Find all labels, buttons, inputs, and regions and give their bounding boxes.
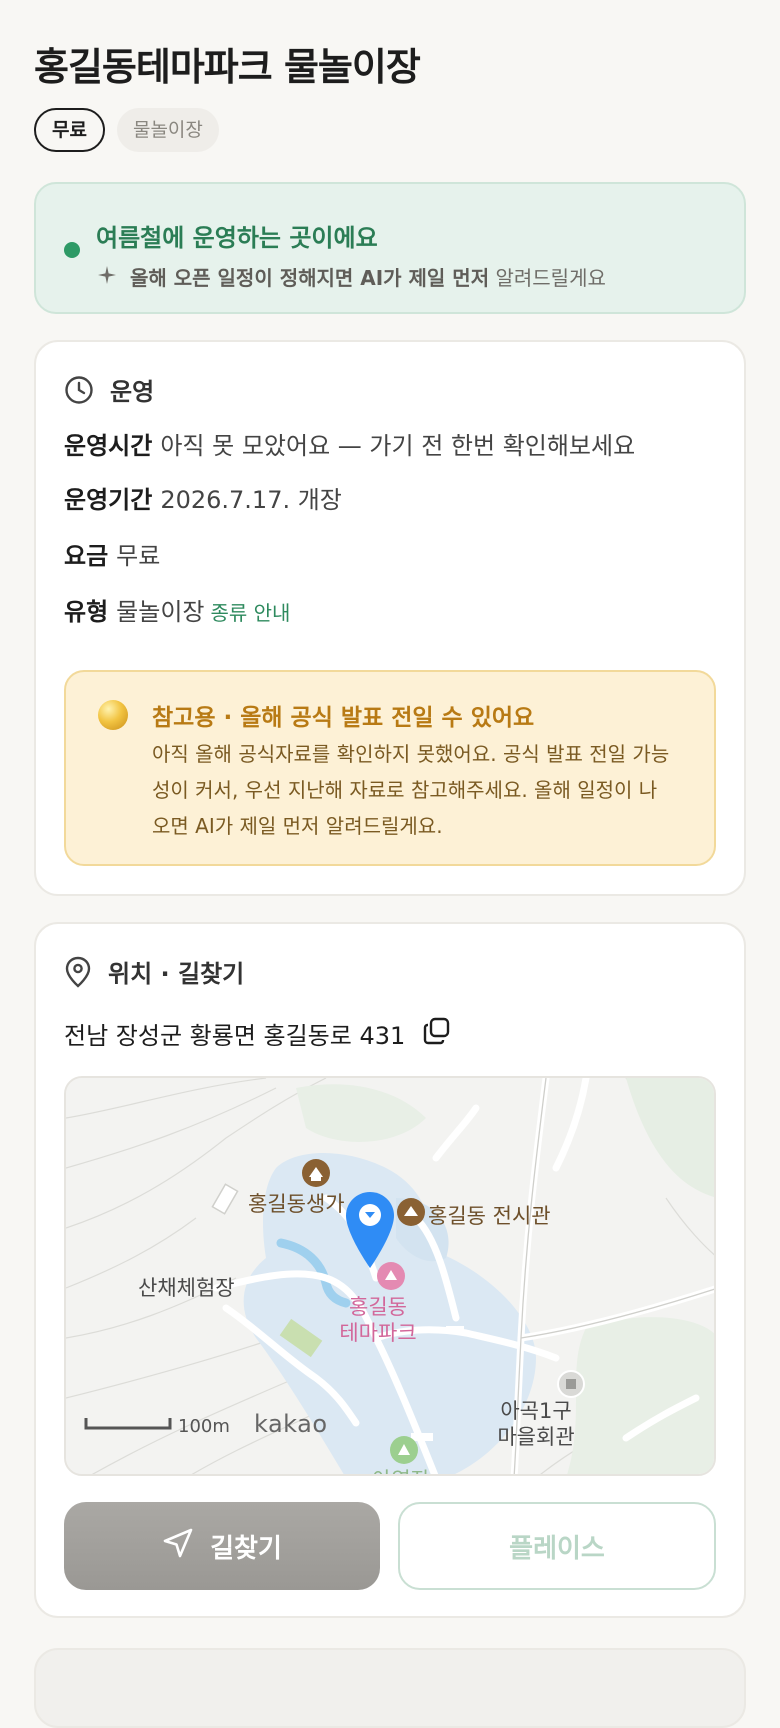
sparkle-icon <box>98 265 116 289</box>
next-card-partial <box>34 1648 746 1728</box>
season-subtext: 올해 오픈 일정이 정해지면 AI가 제일 먼저 알려드릴게요 <box>98 262 606 291</box>
chip-free[interactable]: 무료 <box>34 108 105 152</box>
village-label-line2: 마을회관 <box>497 1425 575 1449</box>
map-label-bottom-partial: 야영장 <box>372 1464 430 1474</box>
season-headline: 여름철에 운영하는 곳이에요 <box>96 224 378 252</box>
place-button-label: 플레이스 <box>509 1533 605 1564</box>
map-label-herb-experience: 산채체험장 <box>138 1276 235 1300</box>
season-banner: 여름철에 운영하는 곳이에요 올해 오픈 일정이 정해지면 AI가 제일 먼저 … <box>34 182 746 314</box>
tag-chips: 무료 물놀이장 <box>34 108 219 152</box>
season-sub-rest: 알려드릴게요 <box>495 266 606 290</box>
type-value: 물놀이장 <box>116 598 205 626</box>
hours-row: 운영시간 아직 못 모았어요 — 가기 전 한번 확인해보세요 <box>64 426 635 461</box>
period-row: 운영기간 2026.7.17. 개장 <box>64 480 342 515</box>
period-value: 2026.7.17. 개장 <box>160 486 342 514</box>
notice-headline: 참고용 · 올해 공식 발표 전일 수 있어요 <box>152 705 535 731</box>
fee-row: 요금 무료 <box>64 536 160 571</box>
location-title: 위치 · 길찾기 <box>108 960 245 988</box>
park-label-line2: 테마파크 <box>339 1321 417 1345</box>
page: 홍길동테마파크 물놀이장 무료 물놀이장 여름철에 운영하는 곳이에요 올해 오… <box>0 0 780 1728</box>
hours-value: 아직 못 모았어요 — 가기 전 한번 확인해보세요 <box>160 432 636 460</box>
address-row: 전남 장성군 황룡면 홍길동로 431 <box>64 1016 451 1051</box>
reference-notice: 참고용 · 올해 공식 발표 전일 수 있어요 아직 올해 공식자료를 확인하지… <box>64 670 716 866</box>
map-label-exhibition: 홍길동 전시관 <box>428 1204 551 1228</box>
navigation-arrow-icon <box>162 1527 194 1566</box>
operation-header: 운영 <box>64 372 154 407</box>
hours-label: 운영시간 <box>64 432 153 460</box>
directions-button-label: 길찾기 <box>210 1533 282 1564</box>
map-label-theme-park: 홍길동 테마파크 <box>328 1294 428 1346</box>
place-button[interactable]: 플레이스 <box>398 1502 716 1590</box>
operation-title: 운영 <box>110 378 155 406</box>
village-label-line1: 아곡1구 <box>500 1399 572 1423</box>
notice-body: 아직 올해 공식자료를 확인하지 못했어요. 공식 발표 전일 가능성이 커서,… <box>152 742 670 838</box>
type-row: 유형 물놀이장 종류 안내 <box>64 592 290 627</box>
park-label-line1: 홍길동 <box>349 1295 407 1319</box>
season-sub-bold: 올해 오픈 일정이 정해지면 AI가 제일 먼저 <box>130 266 490 290</box>
fee-value: 무료 <box>116 542 161 570</box>
coin-icon <box>98 700 128 730</box>
address-text: 전남 장성군 황룡면 홍길동로 431 <box>64 1022 406 1050</box>
type-guide-link[interactable]: 종류 안내 <box>211 601 291 625</box>
directions-button[interactable]: 길찾기 <box>64 1502 380 1590</box>
map-scale-label: 100m <box>178 1416 230 1437</box>
clock-icon <box>64 375 94 405</box>
page-title: 홍길동테마파크 물놀이장 <box>34 45 421 89</box>
fee-label: 요금 <box>64 542 109 570</box>
location-header: 위치 · 길찾기 <box>64 954 244 989</box>
chip-category[interactable]: 물놀이장 <box>116 108 219 152</box>
map-label-village-hall: 아곡1구 마을회관 <box>486 1398 586 1450</box>
type-label: 유형 <box>64 598 109 626</box>
location-pin-icon <box>64 956 92 988</box>
map-label-birthplace: 홍길동생가 <box>248 1192 345 1216</box>
location-card: 위치 · 길찾기 전남 장성군 황룡면 홍길동로 431 홍길동생가 홍길동 전… <box>34 922 746 1618</box>
period-label: 운영기간 <box>64 486 153 514</box>
operation-card: 운영 운영시간 아직 못 모았어요 — 가기 전 한번 확인해보세요 운영기간 20… <box>34 340 746 896</box>
map-brand-logo: kakao <box>254 1410 328 1438</box>
map-view[interactable]: 홍길동생가 홍길동 전시관 산채체험장 홍길동 테마파크 아곡1구 마을회관 야… <box>64 1076 716 1476</box>
status-dot-icon <box>64 242 80 258</box>
copy-icon[interactable] <box>423 1017 451 1051</box>
